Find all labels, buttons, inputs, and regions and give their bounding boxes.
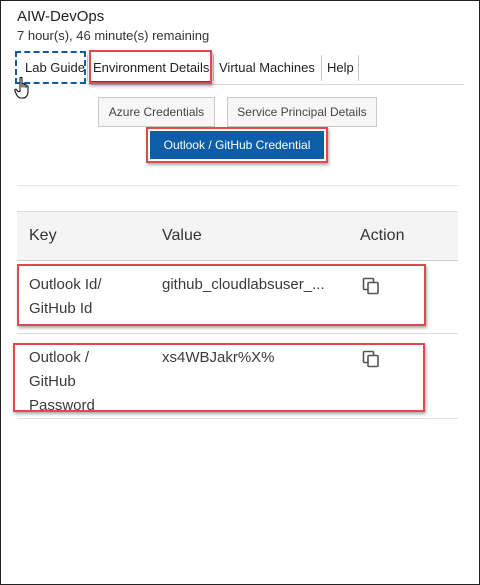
tab-divider — [321, 55, 322, 81]
section-divider — [17, 185, 458, 186]
column-header-action: Action — [360, 227, 405, 244]
row-divider — [17, 333, 458, 334]
time-remaining: 7 hour(s), 46 minute(s) remaining — [17, 28, 210, 43]
highlight-box-outlook-button — [146, 127, 328, 163]
tabs-baseline — [88, 84, 464, 85]
azure-credentials-button[interactable]: Azure Credentials — [98, 97, 215, 127]
tab-virtual-machines[interactable]: Virtual Machines — [219, 59, 315, 77]
column-header-value: Value — [162, 227, 202, 244]
highlight-box-row-2 — [13, 343, 425, 412]
hand-pointer-icon — [14, 76, 29, 99]
app-title: AIW-DevOps — [17, 8, 105, 25]
column-header-key: Key — [29, 227, 57, 244]
tab-divider — [213, 55, 214, 81]
tab-divider — [358, 55, 359, 81]
service-principal-details-button[interactable]: Service Principal Details — [227, 97, 377, 127]
highlight-box-environment-tab — [89, 50, 212, 84]
tab-divider — [87, 55, 88, 81]
highlight-box-row-1 — [17, 264, 426, 326]
tab-help[interactable]: Help — [327, 59, 354, 77]
table-bottom-divider — [17, 418, 458, 419]
